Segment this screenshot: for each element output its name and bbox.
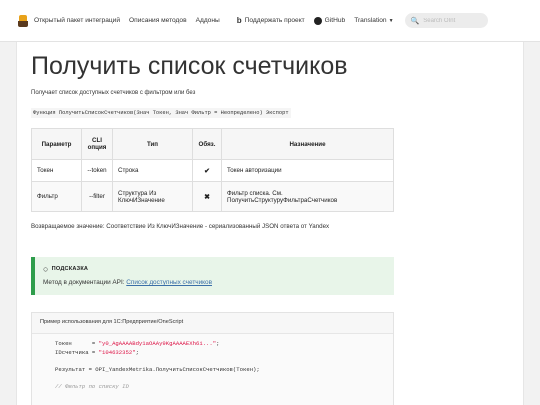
article-card: Получить список счетчиков Получает списо… (16, 42, 524, 405)
nav-item-github[interactable]: GitHub (313, 16, 346, 25)
param-cli: --token (81, 159, 113, 182)
github-label: GitHub (324, 17, 346, 24)
function-signature: Функция ПолучитьСписокСчетчиков(Знач Ток… (31, 108, 291, 118)
page-title: Получить список счетчиков (31, 52, 348, 80)
params-table: Параметр CLI опция Тип Обяз. Назначение … (31, 128, 394, 212)
table-row: Фильтр --filter Структура Из КлючИЗначен… (31, 181, 394, 212)
site-logo-icon[interactable] (18, 14, 28, 27)
lightbulb-icon: ○ (43, 264, 49, 274)
header-required: Обяз. (192, 128, 222, 160)
translation-label: Translation (354, 17, 387, 24)
support-label: Поддержать проект (244, 17, 305, 24)
return-value: Возвращаемое значение: Соответствие Из К… (31, 223, 330, 230)
tip-admonition: ○ ПОДСКАЗКА Метод в документации API: Сп… (31, 257, 394, 295)
code-line: IDсчетчика = "104632352"; (55, 348, 139, 356)
param-purpose: Фильтр списка. См. ПолучитьСтруктуруФиль… (221, 181, 394, 212)
code-example: Пример использования для 1С:Предприятие/… (31, 312, 394, 405)
param-purpose: Токен авторизации (221, 159, 394, 182)
optional-cross-icon: ✖ (192, 181, 222, 212)
github-icon (313, 16, 322, 25)
tip-heading: ○ ПОДСКАЗКА (43, 264, 386, 274)
tip-text-prefix: Метод в документации API: (43, 279, 127, 286)
table-row: Токен --token Строка ✔ Токен авторизации (31, 159, 394, 182)
code-line: // Фильтр по списку ID (55, 382, 129, 390)
header-type: Тип (112, 128, 193, 160)
search-icon: 🔍 (410, 17, 420, 25)
header-param: Параметр (31, 128, 82, 160)
boosty-icon: b (236, 16, 242, 25)
nav-item-addons[interactable]: Аддоны (196, 17, 220, 24)
search-input[interactable] (423, 17, 484, 24)
top-navbar: Открытый пакет интеграций Описания метод… (0, 0, 540, 42)
header-purpose: Назначение (221, 128, 394, 160)
param-name: Токен (31, 159, 82, 182)
tip-text: Метод в документации API: Список доступн… (43, 279, 386, 286)
tip-heading-label: ПОДСКАЗКА (51, 266, 89, 272)
api-docs-link[interactable]: Список доступных счетчиков (126, 279, 212, 286)
required-check-icon: ✔ (192, 159, 222, 182)
code-example-title: Пример использования для 1С:Предприятие/… (32, 313, 393, 334)
param-cli: --filter (81, 181, 113, 212)
nav-item-support[interactable]: b Поддержать проект (237, 16, 305, 25)
header-cli: CLI опция (81, 128, 113, 160)
nav-item-method-descriptions[interactable]: Описания методов (129, 17, 187, 24)
search-box[interactable]: 🔍 (404, 13, 488, 28)
param-type: Строка (112, 159, 193, 182)
param-name: Фильтр (31, 181, 82, 212)
page-description: Получает список доступных счетчиков с фи… (31, 90, 196, 96)
code-line: Результат = OPI_YandexMetrika.ПолучитьСп… (55, 365, 260, 373)
nav-item-open-integrations[interactable]: Открытый пакет интеграций (34, 17, 120, 24)
table-header-row: Параметр CLI опция Тип Обяз. Назначение (31, 128, 394, 160)
code-line: Токен = "y0_AgAAAABdy1aOAAy9KgAAAAEXh6i.… (55, 340, 220, 347)
caret-down-icon: ▼ (388, 17, 394, 24)
code-block: Токен = "y0_AgAAAABdy1aOAAy9KgAAAAEXh6i.… (32, 334, 393, 405)
translation-dropdown[interactable]: Translation ▼ (354, 17, 393, 24)
param-type: Структура Из КлючИЗначение (112, 181, 193, 212)
